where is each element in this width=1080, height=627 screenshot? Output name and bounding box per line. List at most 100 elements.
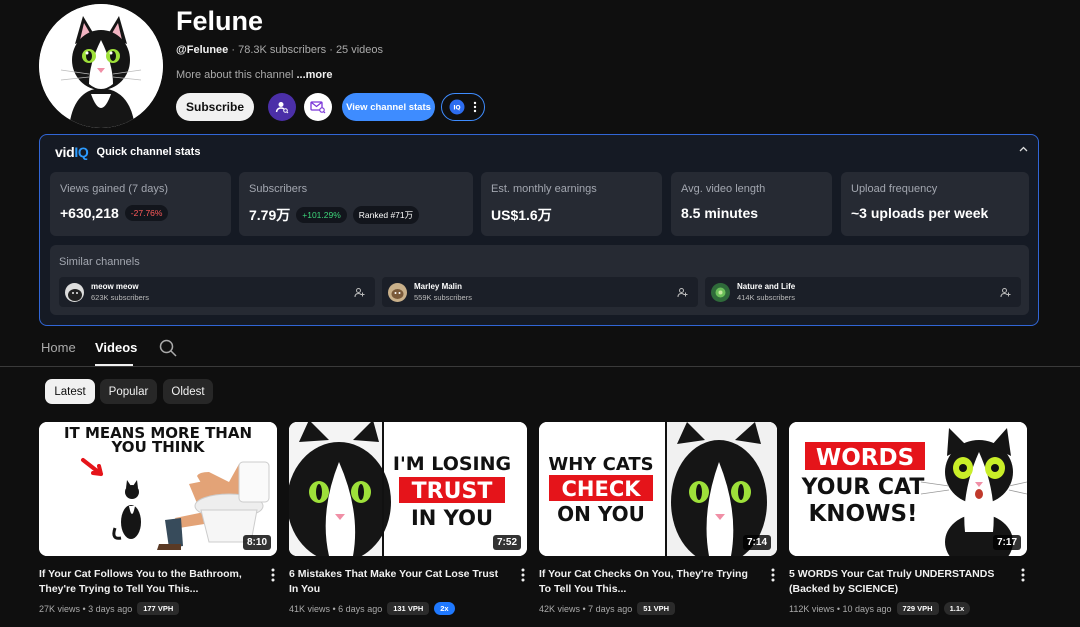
thumbnail-text: YOU THINK xyxy=(110,438,205,456)
thumbnail-text: I'M LOSING xyxy=(393,453,511,475)
person-add-icon xyxy=(1000,288,1011,298)
similar-channel-avatar xyxy=(388,282,407,302)
video-title[interactable]: If Your Cat Follows You to the Bathroom,… xyxy=(39,567,257,597)
video-thumbnail[interactable]: WHY CATS CHECK ON YOU 7:14 xyxy=(539,422,777,556)
video-count: 25 videos xyxy=(335,44,384,56)
filter-latest[interactable]: Latest xyxy=(45,379,95,404)
vph-badge: 729 VPH xyxy=(896,602,939,615)
similar-channel-item[interactable]: Nature and Life 414K subscribers xyxy=(705,277,1021,307)
channel-search-button[interactable] xyxy=(159,339,177,362)
tabs-divider xyxy=(0,366,1080,367)
similar-channel-name: Nature and Life xyxy=(737,282,796,291)
meta-separator: · xyxy=(231,44,236,56)
similar-channel-item[interactable]: meow meow 623K subscribers xyxy=(59,277,375,307)
thumbnail-text: IN YOU xyxy=(411,506,493,530)
video-title[interactable]: 5 WORDS Your Cat Truly UNDERSTANDS (Back… xyxy=(789,567,1007,597)
similar-channel-subs: 414K subscribers xyxy=(737,293,795,302)
multiplier-badge: 1.1x xyxy=(943,602,971,615)
video-menu-button[interactable] xyxy=(521,568,525,587)
stat-card-subscribers: Subscribers 7.79万 +101.29% Ranked #71万 xyxy=(239,172,473,236)
stat-label: Upload frequency xyxy=(851,183,938,195)
similar-channel-item[interactable]: Marley Malin 559K subscribers xyxy=(382,277,698,307)
video-menu-button[interactable] xyxy=(771,568,775,587)
channel-meta: @Felunee · 78.3K subscribers · 25 videos xyxy=(176,44,383,56)
video-card: WHY CATS CHECK ON YOU 7:14 If Your Cat C… xyxy=(539,422,777,615)
vidiq-icon: IQ xyxy=(449,99,465,115)
more-vert-icon xyxy=(771,568,775,582)
similar-channel-avatar xyxy=(711,282,730,302)
stat-label: Avg. video length xyxy=(681,183,766,195)
stat-label: Est. monthly earnings xyxy=(491,183,597,195)
thumbnail-text: CHECK xyxy=(561,477,641,501)
video-title[interactable]: 6 Mistakes That Make Your Cat Lose Trust… xyxy=(289,567,507,597)
video-title[interactable]: If Your Cat Checks On You, They're Tryin… xyxy=(539,567,757,597)
filter-oldest[interactable]: Oldest xyxy=(163,379,213,404)
view-channel-stats-button[interactable]: View channel stats xyxy=(342,93,435,121)
mail-search-icon xyxy=(310,101,326,114)
similar-channel-subs: 623K subscribers xyxy=(91,293,149,302)
video-card: IT MEANS MORE THAN YOU THINK 8:10 If You… xyxy=(39,422,277,615)
thumbnail-text: ON YOU xyxy=(557,502,645,526)
video-menu-button[interactable] xyxy=(1021,568,1025,587)
stat-label: Subscribers xyxy=(249,183,308,195)
video-thumbnail[interactable]: IT MEANS MORE THAN YOU THINK 8:10 xyxy=(39,422,277,556)
video-duration: 7:14 xyxy=(742,535,771,550)
rank-badge: Ranked #71万 xyxy=(352,206,420,224)
stat-card-views: Views gained (7 days) +630,218 -27.76% xyxy=(50,172,231,236)
video-duration: 7:17 xyxy=(992,535,1021,550)
similar-channels: Similar channels meow meow 623K subscrib… xyxy=(50,245,1029,315)
similar-channels-label: Similar channels xyxy=(59,256,140,268)
more-vert-icon xyxy=(521,568,525,582)
subscribe-button[interactable]: Subscribe xyxy=(176,93,254,121)
video-duration: 7:52 xyxy=(492,535,521,550)
add-channel-button[interactable] xyxy=(1000,285,1011,303)
vph-badge: 177 VPH xyxy=(137,602,180,615)
video-meta: 41K views • 6 days ago 131 VPH 2x xyxy=(289,602,455,615)
thumbnail-text: WORDS xyxy=(816,445,914,471)
stat-value: 7.79万 xyxy=(249,207,291,223)
meta-separator: · xyxy=(329,44,333,56)
svg-text:IQ: IQ xyxy=(454,105,461,112)
video-menu-button[interactable] xyxy=(271,568,275,587)
video-card: I'M LOSING TRUST IN YOU 7:52 6 Mistakes … xyxy=(289,422,527,615)
video-thumbnail[interactable]: WORDS YOUR CAT KNOWS! 7:17 xyxy=(789,422,1027,556)
vidiq-menu-button[interactable]: IQ xyxy=(441,93,485,121)
similar-channel-subs: 559K subscribers xyxy=(414,293,472,302)
stat-card-upload-frequency: Upload frequency ~3 uploads per week xyxy=(841,172,1029,236)
stat-card-video-length: Avg. video length 8.5 minutes xyxy=(671,172,832,236)
person-search-icon xyxy=(275,102,289,114)
multiplier-badge: 2x xyxy=(434,602,455,615)
more-vert-icon xyxy=(271,568,275,582)
vph-badge: 51 VPH xyxy=(637,602,676,615)
tab-home[interactable]: Home xyxy=(41,340,76,355)
channel-name: Felune xyxy=(176,6,264,36)
similar-channel-avatar xyxy=(65,282,84,302)
search-icon xyxy=(159,339,177,357)
add-channel-button[interactable] xyxy=(354,285,365,303)
filter-popular[interactable]: Popular xyxy=(100,379,157,404)
about-more-link[interactable]: ...more xyxy=(296,69,332,81)
collapse-button[interactable] xyxy=(1019,143,1028,155)
thumbnail-text: WHY CATS xyxy=(548,454,653,475)
video-views-date: 27K views • 3 days ago xyxy=(39,603,133,614)
channel-about[interactable]: More about this channel ...more xyxy=(176,69,333,81)
video-views-date: 41K views • 6 days ago xyxy=(289,603,383,614)
profile-search-button[interactable] xyxy=(268,93,296,121)
vidiq-logo: vidIQ xyxy=(55,144,89,160)
similar-channel-name: Marley Malin xyxy=(414,282,463,291)
add-channel-button[interactable] xyxy=(677,285,688,303)
stat-label: Views gained (7 days) xyxy=(60,183,169,195)
video-thumbnail[interactable]: I'M LOSING TRUST IN YOU 7:52 xyxy=(289,422,527,556)
person-add-icon xyxy=(354,288,365,298)
stat-value: US$1.6万 xyxy=(491,207,552,223)
vph-badge: 131 VPH xyxy=(387,602,430,615)
mail-search-button[interactable] xyxy=(304,93,332,121)
chevron-up-icon xyxy=(1019,146,1028,152)
about-text: More about this channel xyxy=(176,69,294,81)
video-meta: 27K views • 3 days ago 177 VPH xyxy=(39,602,180,615)
quick-stats-panel: vidIQ Quick channel stats Views gained (… xyxy=(39,134,1039,326)
tab-videos[interactable]: Videos xyxy=(95,340,137,355)
stat-value: +630,218 xyxy=(60,205,119,221)
panel-header: vidIQ Quick channel stats xyxy=(55,144,200,160)
thumbnail-text: YOUR CAT xyxy=(801,475,925,500)
